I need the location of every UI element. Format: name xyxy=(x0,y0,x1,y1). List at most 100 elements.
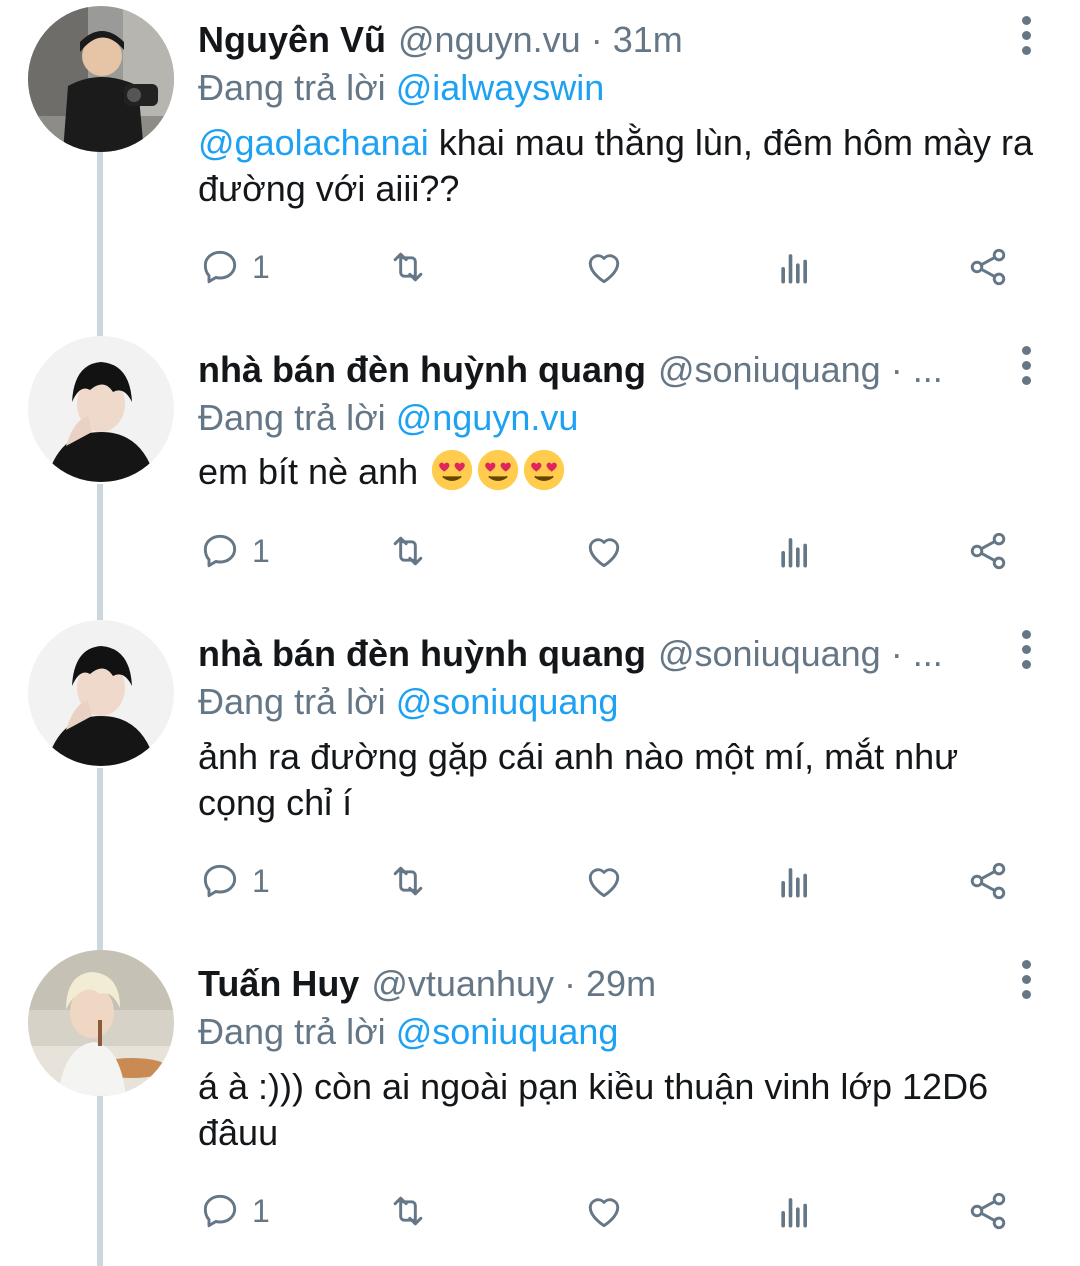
more-icon[interactable] xyxy=(1014,16,1038,66)
like-button[interactable] xyxy=(582,856,626,906)
avatar[interactable] xyxy=(28,620,174,766)
username[interactable]: @nguyn.vu xyxy=(398,19,581,60)
timestamp[interactable]: 31m xyxy=(613,19,683,60)
reply-count: 1 xyxy=(252,862,270,899)
username[interactable]: @soniuquang xyxy=(658,349,881,390)
display-name[interactable]: nhà bán đèn huỳnh quang xyxy=(198,349,646,390)
display-name[interactable]: Nguyên Vũ xyxy=(198,19,386,60)
reply-button[interactable]: 1 xyxy=(198,242,270,292)
replying-to: Đang trả lời @soniuquang xyxy=(198,676,618,728)
tweet[interactable]: Tuấn Huy @vtuanhuy · 29m Đang trả lời @so… xyxy=(0,950,1080,1260)
views-icon xyxy=(781,254,807,284)
like-icon xyxy=(588,254,620,284)
replying-to-mention[interactable]: @soniuquang xyxy=(396,681,619,722)
replying-prefix: Đang trả lời xyxy=(198,67,386,108)
action-bar: 1 xyxy=(198,1186,1028,1236)
tweet-text: á à :))) còn ai ngoài pạn kiều thuận vin… xyxy=(198,1064,1038,1156)
reply-button[interactable]: 1 xyxy=(198,1186,270,1236)
share-icon xyxy=(970,862,1006,900)
share-button[interactable] xyxy=(966,856,1010,906)
like-icon xyxy=(588,868,620,898)
more-icon[interactable] xyxy=(1014,960,1038,1010)
timestamp[interactable]: ... xyxy=(913,633,943,674)
tweet-header: nhà bán đèn huỳnh quang @soniuquang · ... xyxy=(198,628,970,680)
replying-to: Đang trả lời @ialwayswin xyxy=(198,62,604,114)
display-name[interactable]: Tuấn Huy xyxy=(198,963,359,1004)
retweet-icon xyxy=(393,536,423,566)
views-button[interactable] xyxy=(774,856,818,906)
separator: · xyxy=(890,349,903,390)
retweet-button[interactable] xyxy=(386,242,430,292)
avatar[interactable] xyxy=(28,950,174,1096)
views-icon xyxy=(781,1198,807,1228)
replying-to-mention[interactable]: @nguyn.vu xyxy=(396,397,579,438)
tweet-header: nhà bán đèn huỳnh quang @soniuquang · ... xyxy=(198,344,970,396)
replying-prefix: Đang trả lời xyxy=(198,1011,386,1052)
reply-button[interactable]: 1 xyxy=(198,526,270,576)
heart-eyes-emoji xyxy=(477,449,519,491)
replying-to: Đang trả lời @nguyn.vu xyxy=(198,392,578,444)
display-name[interactable]: nhà bán đèn huỳnh quang xyxy=(198,633,646,674)
share-button[interactable] xyxy=(966,1186,1010,1236)
reply-icon xyxy=(203,1194,237,1228)
tweet-body: em bít nè anh xyxy=(198,451,429,492)
like-icon xyxy=(588,1198,620,1228)
share-button[interactable] xyxy=(966,526,1010,576)
tweet-header: Nguyên Vũ @nguyn.vu · 31m xyxy=(198,14,970,66)
separator: · xyxy=(890,633,903,674)
more-icon[interactable] xyxy=(1014,630,1038,680)
replying-to-mention[interactable]: @ialwayswin xyxy=(396,67,605,108)
heart-eyes-emoji xyxy=(431,449,473,491)
replying-prefix: Đang trả lời xyxy=(198,681,386,722)
more-icon[interactable] xyxy=(1014,346,1038,396)
like-button[interactable] xyxy=(582,242,626,292)
replying-prefix: Đang trả lời xyxy=(198,397,386,438)
views-icon xyxy=(781,868,807,898)
separator: · xyxy=(590,19,603,60)
reply-count: 1 xyxy=(252,1192,270,1229)
share-icon xyxy=(970,248,1006,286)
views-button[interactable] xyxy=(774,526,818,576)
reply-icon xyxy=(203,534,237,568)
heart-eyes-emoji xyxy=(523,449,565,491)
replying-to-mention[interactable]: @soniuquang xyxy=(396,1011,619,1052)
like-button[interactable] xyxy=(582,526,626,576)
retweet-button[interactable] xyxy=(386,1186,430,1236)
tweet-body: á à :))) còn ai ngoài pạn kiều thuận vin… xyxy=(198,1066,989,1153)
avatar[interactable] xyxy=(28,6,174,152)
tweet[interactable]: Nguyên Vũ @nguyn.vu · 31m Đang trả lời @i… xyxy=(0,6,1080,306)
mention-link[interactable]: @gaolachanai xyxy=(198,122,429,163)
share-button[interactable] xyxy=(966,242,1010,292)
username[interactable]: @soniuquang xyxy=(658,633,881,674)
action-bar: 1 xyxy=(198,856,1028,906)
retweet-button[interactable] xyxy=(386,526,430,576)
retweet-icon xyxy=(393,252,423,282)
reply-icon xyxy=(203,250,237,284)
share-icon xyxy=(970,1192,1006,1230)
retweet-icon xyxy=(393,866,423,896)
timestamp[interactable]: ... xyxy=(913,349,943,390)
views-button[interactable] xyxy=(774,1186,818,1236)
like-icon xyxy=(588,538,620,568)
retweet-button[interactable] xyxy=(386,856,430,906)
tweet[interactable]: nhà bán đèn huỳnh quang @soniuquang · ...… xyxy=(0,336,1080,596)
share-icon xyxy=(970,532,1006,570)
tweet-body: ảnh ra đường gặp cái anh nào một mí, mắt… xyxy=(198,736,959,823)
separator: · xyxy=(564,963,577,1004)
tweet-header: Tuấn Huy @vtuanhuy · 29m xyxy=(198,958,970,1010)
views-button[interactable] xyxy=(774,242,818,292)
reply-count: 1 xyxy=(252,248,270,285)
tweet[interactable]: nhà bán đèn huỳnh quang @soniuquang · ...… xyxy=(0,620,1080,920)
username[interactable]: @vtuanhuy xyxy=(371,963,554,1004)
action-bar: 1 xyxy=(198,242,1028,292)
tweet-text: em bít nè anh xyxy=(198,448,1038,495)
retweet-icon xyxy=(393,1196,423,1226)
avatar[interactable] xyxy=(28,336,174,482)
views-icon xyxy=(781,538,807,568)
timestamp[interactable]: 29m xyxy=(586,963,656,1004)
like-button[interactable] xyxy=(582,1186,626,1236)
tweet-text: ảnh ra đường gặp cái anh nào một mí, mắt… xyxy=(198,734,1038,826)
reply-icon xyxy=(203,864,237,898)
reply-button[interactable]: 1 xyxy=(198,856,270,906)
tweet-text: @gaolachanai khai mau thằng lùn, đêm hôm… xyxy=(198,120,1038,212)
